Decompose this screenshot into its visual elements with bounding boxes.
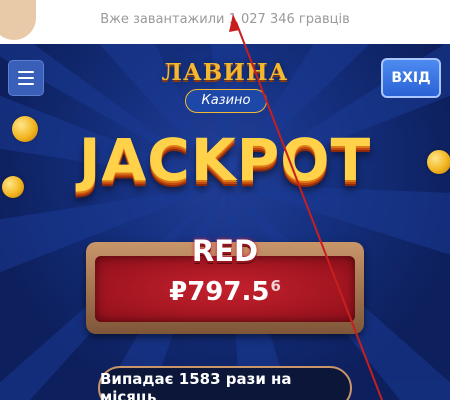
menu-button[interactable] — [8, 60, 44, 96]
jackpot-title: JACKPOT — [78, 126, 372, 194]
jackpot-stage: ЛАВИНА Казино ВХІД JACKPOT RED ₽797.56 В… — [0, 44, 450, 400]
downloads-counter: Вже завантажили 1 027 346 гравців — [100, 12, 350, 27]
coin-icon — [427, 150, 450, 174]
jackpot-amount: ₽797.56 — [0, 277, 450, 307]
jackpot-amount-value: ₽797.5 — [169, 277, 270, 307]
coin-icon — [2, 176, 24, 198]
coin-icon — [12, 116, 38, 142]
casino-logo[interactable]: ЛАВИНА Казино — [150, 59, 300, 119]
hamburger-line — [18, 83, 34, 85]
jackpot-amount-rolling-digit: 6 — [270, 277, 281, 295]
install-banner: Вже завантажили 1 027 346 гравців — [0, 0, 450, 44]
logo-title: ЛАВИНА — [161, 59, 289, 86]
logo-subtitle: Казино — [185, 89, 267, 113]
jackpot-tier-label: RED — [191, 234, 259, 268]
hamburger-line — [18, 77, 34, 79]
jackpot-frequency: Випадає 1583 рази на місяць — [98, 366, 352, 400]
login-button[interactable]: ВХІД — [381, 58, 441, 98]
hamburger-menu-icon — [18, 71, 34, 73]
